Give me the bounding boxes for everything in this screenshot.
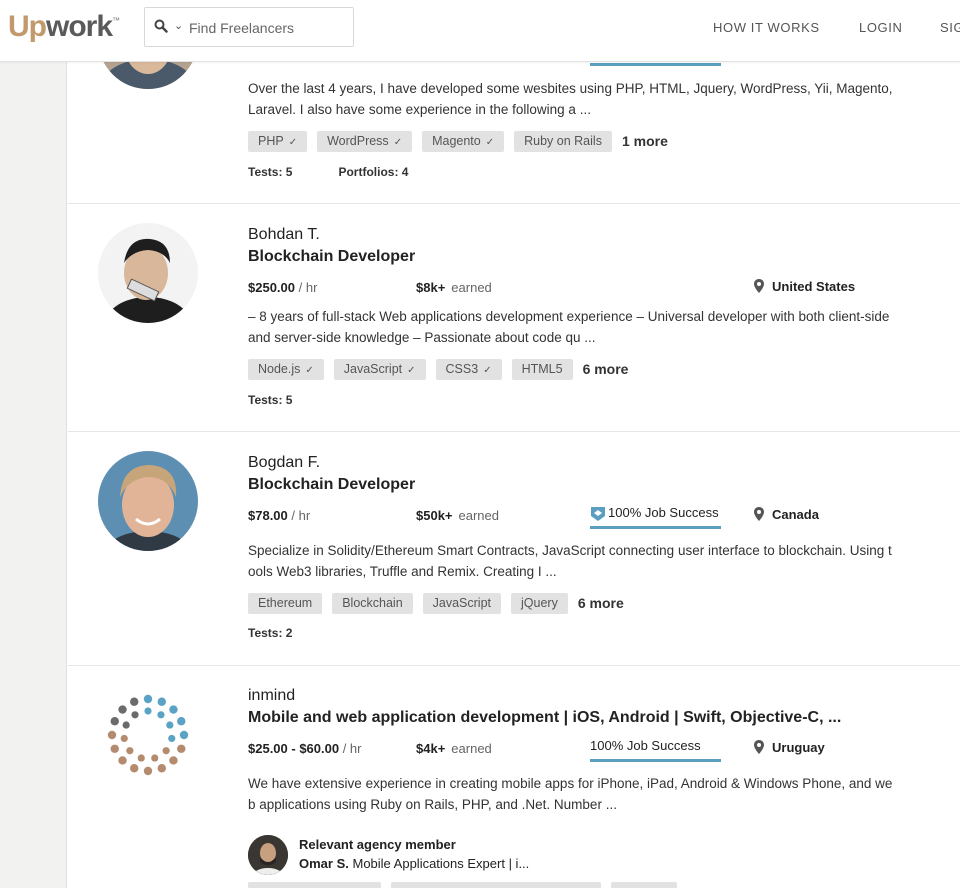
- total-earned: $50k+ earned: [416, 508, 499, 523]
- left-sidebar: [0, 62, 67, 888]
- hourly-rate: $250.00 / hr: [248, 280, 318, 295]
- skill-tag[interactable]: Magento ✓: [422, 130, 505, 152]
- more-skills-link[interactable]: 6 more: [578, 595, 624, 611]
- total-earned: $8k+ earned: [416, 280, 492, 295]
- skill-tag[interactable]: jQuery: [511, 592, 568, 614]
- skill-tag[interactable]: PHP ✓: [248, 130, 308, 152]
- skill-tags: PHP ✓ WordPress ✓ Magento ✓ Ruby on Rails 1…: [248, 130, 668, 152]
- freelancer-avatar[interactable]: [98, 223, 198, 323]
- skill-tag[interactable]: Ruby on Rails: [514, 130, 612, 152]
- more-skills-link[interactable]: 1 more: [622, 133, 668, 149]
- freelancer-description: Over the last 4 years, I have developed …: [248, 81, 893, 117]
- skill-tag[interactable]: [611, 881, 677, 888]
- location: United States: [754, 279, 855, 294]
- agency-title[interactable]: Mobile and web application development |…: [248, 709, 898, 727]
- more-skills-link[interactable]: 6 more: [583, 361, 629, 377]
- search-icon[interactable]: [154, 19, 168, 33]
- chevron-down-icon[interactable]: ⌄: [174, 19, 183, 32]
- freelancer-stats: Tests: 5: [248, 393, 292, 407]
- agency-name[interactable]: inmind: [248, 687, 295, 705]
- agency-description: We have extensive experience in creating…: [248, 776, 893, 812]
- relevant-agency-member-label: Relevant agency member: [299, 837, 456, 852]
- freelancer-avatar[interactable]: [98, 451, 198, 551]
- check-icon: ✓: [485, 136, 495, 148]
- top-navigation-bar: Upwork™ ⌄ HOW IT WORKS LOGIN SIGN UP: [0, 0, 960, 62]
- location: Uruguay: [754, 740, 825, 755]
- nav-login[interactable]: LOGIN: [859, 20, 902, 35]
- check-icon: ✓: [393, 136, 403, 148]
- freelancer-name[interactable]: Bogdan F.: [248, 454, 320, 472]
- logo-up-text: Up: [8, 10, 47, 43]
- tests-count: Tests: 5: [248, 393, 293, 407]
- job-success-score: 100% Job Success: [590, 505, 721, 529]
- skill-tag[interactable]: Ethereum: [248, 592, 323, 614]
- freelancer-stats: Tests: 5 Portfolios: 4: [248, 165, 408, 179]
- location-pin-icon: [754, 740, 764, 754]
- job-success-score: 100% Job Success: [590, 738, 721, 762]
- skill-tags: Ethereum Blockchain JavaScript jQuery 6 …: [248, 592, 624, 614]
- skill-tag[interactable]: HTML5: [511, 358, 573, 380]
- skill-tag[interactable]: [248, 881, 381, 888]
- freelancer-title[interactable]: Blockchain Developer: [248, 476, 415, 494]
- freelancer-card[interactable]: Bohdan T. Blockchain Developer $250.00 /…: [68, 204, 960, 432]
- freelancer-stats: Tests: 2: [248, 626, 292, 640]
- skill-tag[interactable]: CSS3 ✓: [435, 358, 502, 380]
- agency-member-avatar[interactable]: [248, 835, 288, 875]
- freelancer-description: – 8 years of full-stack Web applications…: [248, 309, 890, 345]
- skill-tag[interactable]: Blockchain: [332, 592, 413, 614]
- search-box[interactable]: ⌄: [144, 7, 354, 47]
- location: Canada: [754, 507, 819, 522]
- total-earned: $4k+ earned: [416, 741, 492, 756]
- hourly-rate: $78.00 / hr: [248, 508, 311, 523]
- tests-count: Tests: 2: [248, 626, 293, 640]
- skill-tag[interactable]: JavaScript ✓: [333, 358, 426, 380]
- shield-badge-icon: [591, 506, 605, 521]
- portfolios-count: Portfolios: 4: [338, 165, 409, 179]
- hourly-rate: $25.00 - $60.00 / hr: [248, 741, 362, 756]
- skill-tag[interactable]: WordPress ✓: [317, 130, 413, 152]
- freelancer-card[interactable]: Bogdan F. Blockchain Developer $78.00 / …: [68, 432, 960, 666]
- nav-how-it-works[interactable]: HOW IT WORKS: [713, 20, 820, 35]
- check-icon: ✓: [407, 364, 416, 376]
- check-icon: ✓: [288, 136, 298, 148]
- check-icon: ✓: [483, 364, 492, 376]
- freelancer-name[interactable]: Bohdan T.: [248, 226, 320, 244]
- agency-logo[interactable]: [98, 685, 198, 785]
- nav-sign-up[interactable]: SIGN UP: [940, 20, 960, 35]
- agency-member-info[interactable]: Omar S. Mobile Applications Expert | i..…: [299, 856, 529, 871]
- location-pin-icon: [754, 279, 764, 293]
- upwork-logo[interactable]: Upwork™: [8, 10, 120, 44]
- location-pin-icon: [754, 507, 764, 521]
- skill-tag[interactable]: Node.js ✓: [248, 358, 324, 380]
- skill-tag[interactable]: JavaScript: [422, 592, 502, 614]
- logo-work-text: work: [46, 10, 113, 43]
- freelancer-title[interactable]: Blockchain Developer: [248, 248, 415, 266]
- skill-tags: Node.js ✓ JavaScript ✓ CSS3 ✓ HTML5 6 more: [248, 358, 628, 380]
- check-icon: ✓: [305, 364, 314, 376]
- skill-tag[interactable]: [391, 881, 601, 888]
- agency-card[interactable]: inmind Mobile and web application develo…: [68, 666, 960, 888]
- logo-trademark: ™: [112, 16, 120, 25]
- tests-count: Tests: 5: [248, 165, 293, 179]
- freelancer-description: Specialize in Solidity/Ethereum Smart Co…: [248, 543, 892, 579]
- skill-tags: [248, 881, 687, 888]
- search-input[interactable]: [189, 17, 347, 39]
